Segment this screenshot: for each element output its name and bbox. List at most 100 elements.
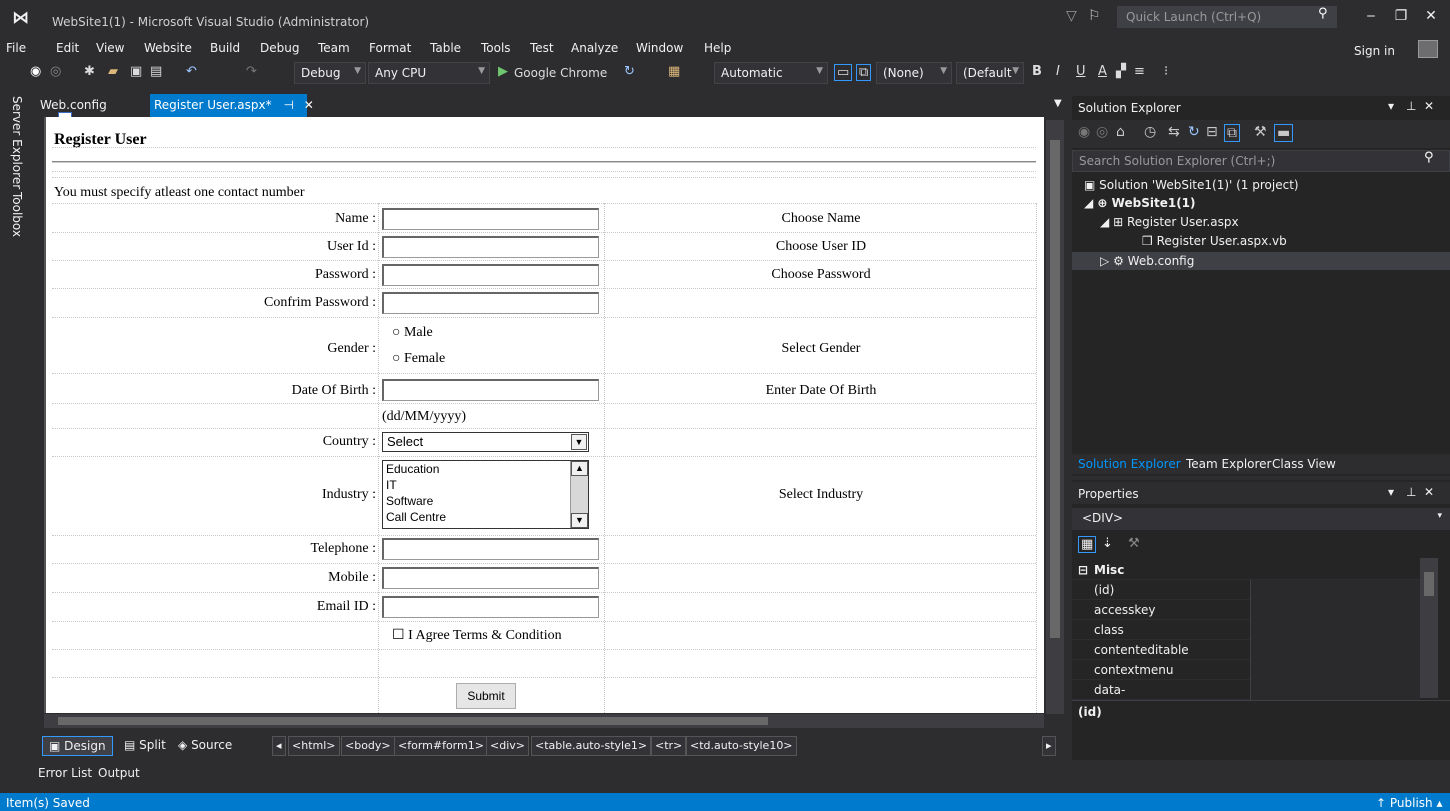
menu-help[interactable]: Help: [704, 41, 731, 55]
tree-item-solution[interactable]: ▣ Solution 'WebSite1(1)' (1 project): [1084, 178, 1299, 192]
bullets-icon[interactable]: ⁝: [1164, 64, 1168, 79]
breadcrumb-scroll-right[interactable]: ▸: [1042, 736, 1056, 756]
sign-in-link[interactable]: Sign in: [1354, 44, 1395, 58]
source-view-button[interactable]: ◈ Source: [172, 736, 238, 754]
align-icon[interactable]: ≡: [1134, 64, 1145, 79]
categorized-icon[interactable]: ▦: [1078, 536, 1097, 553]
search-icon[interactable]: ⚲: [1424, 150, 1434, 165]
font-select[interactable]: (Default ▼: [956, 62, 1024, 84]
property-value[interactable]: [1250, 640, 1420, 660]
back-icon[interactable]: ◉: [30, 64, 41, 79]
menu-tools[interactable]: Tools: [481, 41, 511, 55]
menu-website[interactable]: Website: [144, 41, 192, 55]
solution-configuration-select[interactable]: Debug ▼: [294, 62, 366, 84]
chevron-down-icon[interactable]: ▼: [571, 513, 588, 528]
country-select[interactable]: Select ▼: [382, 432, 589, 452]
panel-menu-icon[interactable]: ▾: [1388, 99, 1394, 113]
tab-web-config[interactable]: Web.config: [40, 98, 107, 112]
property-row[interactable]: data-: [1072, 680, 1420, 700]
pin-icon[interactable]: ⊥: [1406, 485, 1416, 499]
confirm-password-input[interactable]: [382, 292, 599, 314]
breadcrumb-item[interactable]: <form#form1>: [394, 736, 488, 756]
open-file-icon[interactable]: ▰: [108, 64, 118, 79]
menu-debug[interactable]: Debug: [260, 41, 299, 55]
toolbox-tab[interactable]: Toolbox: [10, 192, 24, 237]
property-value[interactable]: [1250, 620, 1420, 640]
absolute-position-icon[interactable]: ⧉: [856, 64, 872, 81]
property-value[interactable]: [1250, 600, 1420, 620]
split-view-button[interactable]: ▤ Split: [118, 736, 172, 754]
italic-button[interactable]: I: [1056, 64, 1060, 79]
background-color-icon[interactable]: ▞: [1116, 64, 1126, 79]
solution-explorer-search[interactable]: Search Solution Explorer (Ctrl+;): [1072, 150, 1450, 172]
solution-platform-select[interactable]: Any CPU ▼: [368, 62, 490, 84]
breadcrumb-item[interactable]: <table.auto-style1>: [531, 736, 652, 756]
tab-output[interactable]: Output: [98, 766, 140, 780]
account-icon[interactable]: [1418, 40, 1438, 58]
save-icon[interactable]: ▣: [130, 64, 142, 79]
forward-icon[interactable]: ◎: [1096, 124, 1108, 140]
tree-item-register-aspx[interactable]: ◢ ⊞ Register User.aspx: [1100, 215, 1239, 229]
chevron-down-icon[interactable]: ▼: [571, 434, 587, 450]
search-icon[interactable]: ⚲: [1318, 6, 1328, 21]
tab-error-list[interactable]: Error List: [38, 766, 92, 780]
menu-format[interactable]: Format: [369, 41, 411, 55]
scrollbar-thumb[interactable]: [58, 717, 768, 725]
dob-input[interactable]: [382, 379, 599, 401]
save-all-icon[interactable]: ▤: [150, 64, 162, 79]
show-all-files-icon[interactable]: ⧉: [1224, 124, 1240, 142]
publish-button[interactable]: ↑ Publish ▴: [1376, 796, 1442, 810]
property-value[interactable]: [1250, 580, 1420, 600]
breadcrumb-item[interactable]: <div>: [486, 736, 529, 756]
underline-button[interactable]: U: [1076, 64, 1086, 79]
breadcrumb-item[interactable]: <tr>: [651, 736, 687, 756]
close-icon[interactable]: ✕: [1424, 99, 1434, 113]
scrollbar-thumb[interactable]: [1050, 140, 1060, 638]
tree-item-register-vb[interactable]: ❒ Register User.aspx.vb: [1142, 234, 1287, 248]
tree-item-website[interactable]: ◢ ⊕ WebSite1(1): [1084, 196, 1196, 210]
refresh-icon[interactable]: ↻: [1188, 124, 1200, 140]
tab-team-explorer[interactable]: Team Explorer: [1186, 457, 1272, 471]
preview-icon[interactable]: ▬: [1274, 124, 1294, 142]
close-tab-icon[interactable]: ✕: [304, 98, 314, 112]
pin-icon[interactable]: ⊥: [1406, 99, 1416, 113]
property-row[interactable]: accesskey: [1072, 600, 1420, 620]
properties-object-select[interactable]: <DIV> ▾: [1072, 508, 1450, 530]
tab-class-view[interactable]: Class View: [1272, 457, 1336, 471]
email-input[interactable]: [382, 596, 599, 618]
password-input[interactable]: [382, 264, 599, 286]
menu-analyze[interactable]: Analyze: [571, 41, 618, 55]
menu-file[interactable]: File: [6, 41, 26, 55]
sync-icon[interactable]: ⇆: [1168, 124, 1180, 140]
menu-test[interactable]: Test: [530, 41, 554, 55]
submit-button[interactable]: Submit: [456, 683, 516, 709]
property-row[interactable]: class: [1072, 620, 1420, 640]
listbox-scrollbar[interactable]: ▲ ▼: [570, 461, 588, 528]
pending-changes-icon[interactable]: ◷: [1144, 124, 1156, 140]
property-pages-icon[interactable]: ⚒: [1128, 536, 1140, 551]
tab-solution-explorer[interactable]: Solution Explorer: [1078, 457, 1181, 471]
name-input[interactable]: [382, 208, 599, 230]
telephone-input[interactable]: [382, 538, 599, 560]
gender-female-radio[interactable]: ○ Female: [392, 351, 445, 367]
menu-build[interactable]: Build: [210, 41, 240, 55]
list-item[interactable]: Software: [383, 493, 588, 509]
breadcrumb-item[interactable]: <body>: [341, 736, 395, 756]
industry-listbox[interactable]: Education IT Software Call Centre ▲ ▼: [382, 460, 589, 529]
quick-launch-input[interactable]: Quick Launch (Ctrl+Q): [1117, 6, 1337, 28]
bold-button[interactable]: B: [1032, 64, 1042, 79]
close-button[interactable]: ✕: [1416, 8, 1446, 24]
pin-icon[interactable]: ⊣: [283, 98, 293, 112]
alphabetical-icon[interactable]: ⇣: [1102, 536, 1113, 551]
property-row[interactable]: contenteditable: [1072, 640, 1420, 660]
tab-overflow-icon[interactable]: ▼: [1054, 98, 1062, 109]
breadcrumb-item[interactable]: <td.auto-style10>: [686, 736, 797, 756]
restore-button[interactable]: ❐: [1386, 8, 1416, 24]
browser-link-icon[interactable]: ▦: [668, 64, 680, 79]
agree-checkbox[interactable]: ☐ I Agree Terms & Condition: [392, 627, 562, 644]
design-surface[interactable]: Register User You must specify atleast o…: [44, 117, 1044, 713]
list-item[interactable]: Education: [383, 461, 588, 477]
menu-team[interactable]: Team: [318, 41, 350, 55]
minimize-button[interactable]: ‒: [1356, 8, 1386, 24]
block-selection-icon[interactable]: ▭: [834, 64, 853, 81]
